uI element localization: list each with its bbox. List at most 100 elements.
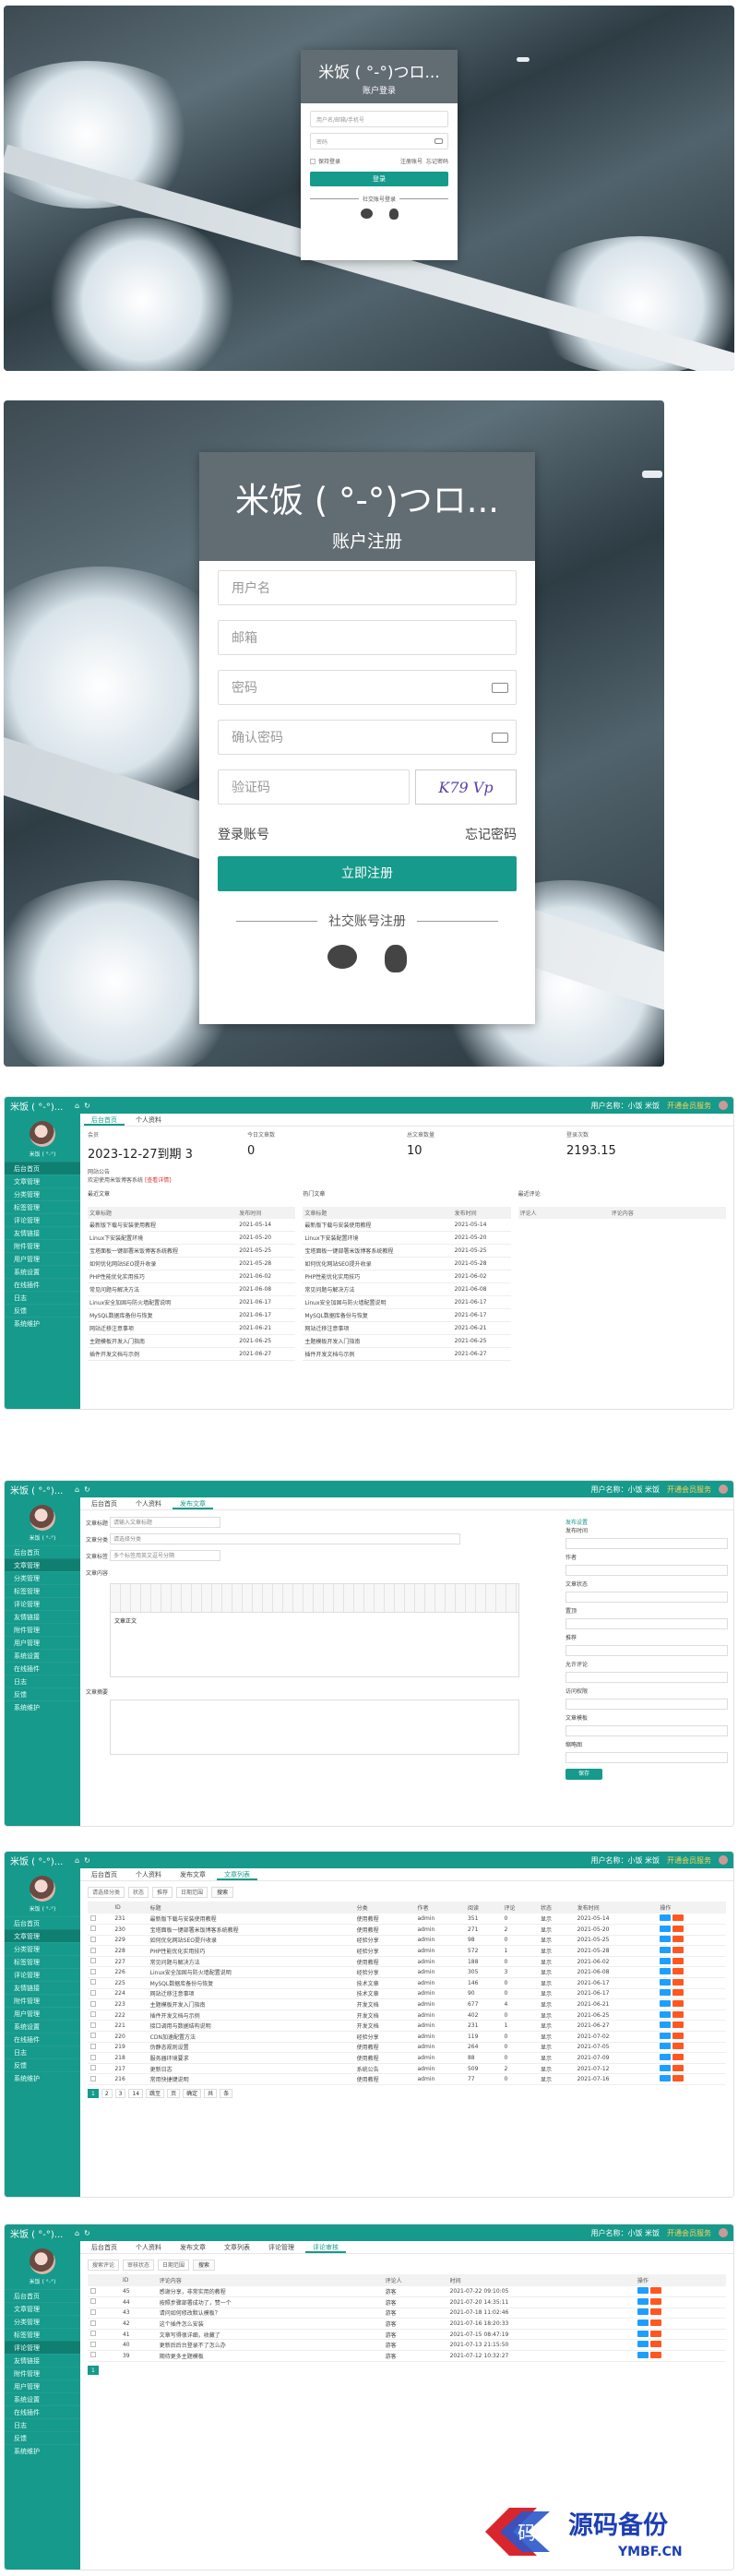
tab-item[interactable]: 发布文章 [173,1869,213,1880]
sidebar-item[interactable]: 系统设置 [5,2392,80,2405]
sidebar-item[interactable]: 附件管理 [5,1239,80,1252]
qq-icon[interactable] [388,209,399,220]
password-input[interactable]: 密码 [310,133,448,149]
editor-toolbar[interactable] [110,1583,519,1613]
sidebar-item[interactable]: 用户管理 [5,2007,80,2020]
save-button[interactable]: 保存 [565,1769,602,1780]
edit-button[interactable] [660,1925,672,1932]
home-icon[interactable]: ⌂ [75,1485,79,1494]
filter-control[interactable]: 状态 [128,1887,149,1898]
article-title[interactable]: 网站迁移注意事项 [147,1988,354,2000]
delete-button[interactable] [649,2308,661,2316]
tab-item[interactable]: 文章列表 [217,1869,257,1880]
page-control[interactable]: 14 [128,2089,144,2098]
article-title[interactable]: Linux安全加固与防火墙配置说明 [147,1966,354,1979]
wechat-icon[interactable] [360,209,373,219]
table-row[interactable]: Linux安全加固与防火墙配置说明 2021-06-17 [303,1295,511,1309]
table-row[interactable]: 如何优化网站SEO提升收录 2021-05-28 [88,1257,296,1270]
login-link[interactable]: 登录账号 [218,825,269,843]
side-field-input[interactable] [565,1592,728,1603]
sidebar-item[interactable]: 分类管理 [5,2315,80,2328]
page-control[interactable]: 2 [101,2089,113,2098]
approve-button[interactable] [637,2308,649,2316]
row-checkbox[interactable] [90,1947,96,1953]
register-link[interactable]: 注册账号 [400,157,423,165]
side-field-input[interactable] [565,1725,728,1736]
qq-icon[interactable] [385,945,407,972]
filter-control[interactable]: 日期范围 [176,1887,208,1898]
page-1[interactable]: 1 [88,2365,99,2375]
refresh-icon[interactable]: ↻ [84,1102,90,1110]
side-field-input[interactable] [565,1538,728,1549]
sidebar-item[interactable]: 友情链接 [5,1610,80,1623]
delete-button[interactable] [673,2064,684,2071]
captcha-input[interactable]: 验证码 [218,769,410,805]
delete-button[interactable] [673,1989,684,1997]
edit-button[interactable] [660,2064,672,2071]
delete-button[interactable] [673,2075,684,2082]
row-checkbox[interactable] [90,2352,96,2358]
article-title[interactable]: MySQL数据库备份与恢复 [147,1977,354,1989]
refresh-icon[interactable]: ↻ [84,2229,90,2237]
reg-username-input[interactable]: 用户名 [218,570,517,605]
side-field-input[interactable] [565,1618,728,1629]
row-checkbox[interactable] [90,1926,96,1932]
tab-item[interactable]: 评论管理 [261,2242,302,2253]
delete-button[interactable] [673,2032,684,2039]
sidebar-item[interactable]: 用户管理 [5,1252,80,1265]
tab-item[interactable]: 发布文章 [173,1498,213,1509]
sidebar-item[interactable]: 分类管理 [5,1942,80,1955]
row-checkbox[interactable] [90,1936,96,1942]
side-field-input[interactable] [565,1752,728,1763]
edit-button[interactable] [660,2021,672,2029]
filter-control[interactable]: 搜索 [211,1887,234,1898]
tab-item[interactable]: 后台首页 [84,1498,125,1509]
sidebar-item[interactable]: 标签管理 [5,1955,80,1968]
approve-button[interactable] [637,2341,649,2348]
tab-item[interactable]: 文章列表 [217,2242,257,2253]
tab-item[interactable]: 个人资料 [128,1115,169,1126]
table-row[interactable]: 网站迁移注意事项 2021-06-21 [303,1321,511,1335]
select-all-checkbox[interactable] [88,1902,113,1914]
keyboard-icon[interactable] [434,138,443,144]
table-row[interactable]: 主题模板开发入门指南 2021-06-25 [303,1334,511,1348]
row-checkbox[interactable] [90,2287,96,2294]
sidebar-item[interactable]: 评论管理 [5,2341,80,2354]
sidebar-item[interactable]: 评论管理 [5,1968,80,1981]
page-control[interactable]: 共 [204,2089,218,2098]
article-title[interactable]: 如何优化网站SEO提升收录 [147,1935,354,1947]
edit-button[interactable] [660,1957,672,1964]
keyboard-icon[interactable] [492,682,508,693]
delete-button[interactable] [673,2021,684,2029]
edit-button[interactable] [660,2000,672,2008]
row-checkbox[interactable] [90,2341,96,2347]
table-row[interactable]: Linux下安装配置环境 2021-05-20 [88,1231,296,1245]
side-field-input[interactable] [565,1565,728,1576]
refresh-icon[interactable]: ↻ [84,1856,90,1865]
table-row[interactable]: Linux安全加固与防火墙配置说明 2021-06-17 [88,1295,296,1309]
edit-button[interactable] [660,1968,672,1975]
vip-link[interactable]: 开通会员服务 [667,1101,711,1111]
sidebar-item[interactable]: 分类管理 [5,1571,80,1584]
sidebar-item[interactable]: 附件管理 [5,1623,80,1636]
user-avatar[interactable] [719,1485,728,1494]
sidebar-item[interactable]: 评论管理 [5,1213,80,1226]
sidebar-item[interactable]: 系统维护 [5,1700,80,1713]
captcha-image[interactable]: K79 Vp [415,769,517,805]
table-row[interactable]: 如何优化网站SEO提升收录 2021-05-28 [303,1257,511,1270]
table-row[interactable]: PHP性能优化实用技巧 2021-06-02 [88,1270,296,1283]
sidebar-item[interactable]: 系统设置 [5,1265,80,1278]
delete-button[interactable] [649,2287,661,2295]
row-checkbox[interactable] [90,2308,96,2315]
page-control[interactable]: 跳至 [146,2089,165,2098]
home-icon[interactable]: ⌂ [75,1856,79,1865]
table-row[interactable]: Linux下安装配置环境 2021-05-20 [303,1231,511,1245]
table-row[interactable]: 常见问题与解决方法 2021-06-08 [88,1282,296,1296]
sidebar-item[interactable]: 系统维护 [5,1317,80,1330]
delete-button[interactable] [673,1947,684,1954]
tab-item[interactable]: 个人资料 [128,1869,169,1880]
user-avatar[interactable] [719,1855,728,1865]
register-button[interactable]: 立即注册 [218,856,517,891]
tab-item[interactable]: 个人资料 [128,2242,169,2253]
delete-button[interactable] [649,2330,661,2337]
